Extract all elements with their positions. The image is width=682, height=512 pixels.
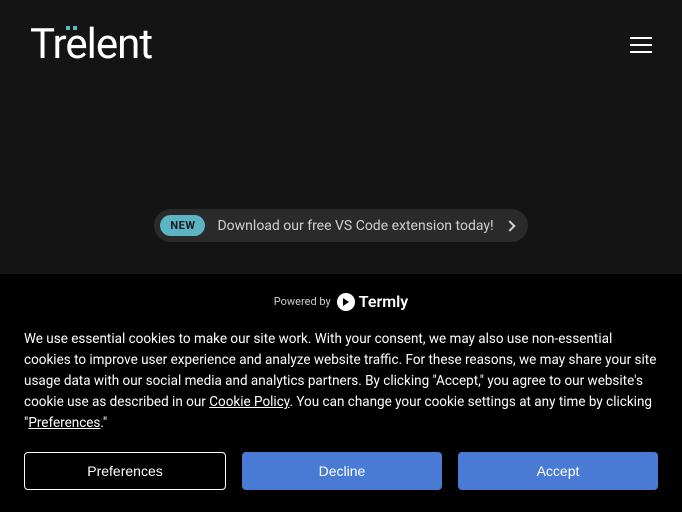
logo-dots-icon <box>66 26 77 30</box>
logo[interactable]: Trelent <box>30 20 152 69</box>
preferences-link[interactable]: Preferences <box>28 415 100 431</box>
cookie-consent-banner: Powered by Termly We use essential cooki… <box>0 274 682 512</box>
termly-icon <box>337 293 355 311</box>
cookie-text-3: ." <box>100 415 107 431</box>
termly-logo[interactable]: Termly <box>337 292 408 311</box>
powered-by: Powered by Termly <box>24 292 658 311</box>
cookie-buttons-row: Preferences Decline Accept <box>24 452 658 490</box>
cookie-description: We use essential cookies to make our sit… <box>24 329 658 434</box>
promo-text: Download our free VS Code extension toda… <box>217 218 493 234</box>
decline-button[interactable]: Decline <box>242 452 442 490</box>
preferences-button[interactable]: Preferences <box>24 452 226 490</box>
logo-text: Trelent <box>30 20 152 69</box>
chevron-right-icon <box>504 220 515 231</box>
new-badge: NEW <box>160 215 205 236</box>
header: Trelent <box>0 0 682 89</box>
powered-by-text: Powered by <box>274 295 331 308</box>
cookie-policy-link[interactable]: Cookie Policy <box>209 394 289 410</box>
hamburger-menu-icon[interactable] <box>630 37 652 53</box>
termly-name: Termly <box>359 292 408 311</box>
promo-banner[interactable]: NEW Download our free VS Code extension … <box>154 209 527 242</box>
accept-button[interactable]: Accept <box>458 452 658 490</box>
